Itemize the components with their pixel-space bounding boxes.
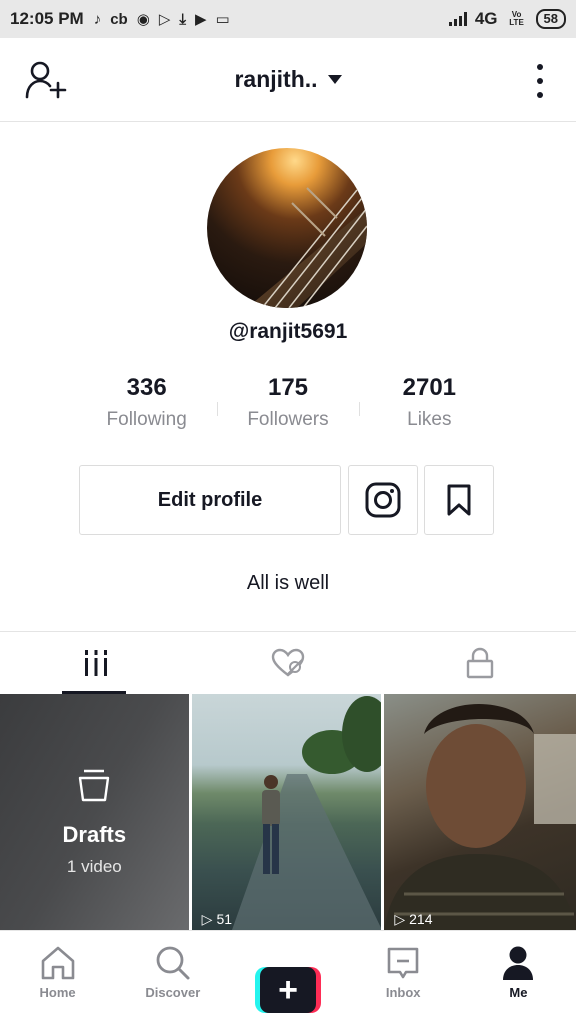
nav-label: Inbox <box>385 985 421 1000</box>
video-thumbnail[interactable]: ▷ 214 <box>384 694 576 930</box>
profile-tabs <box>0 631 576 694</box>
grid-icon <box>85 650 107 676</box>
nav-me[interactable]: Me <box>461 931 576 1024</box>
stat-label: Followers <box>247 409 329 430</box>
stat-following[interactable]: 336 Following <box>76 372 217 431</box>
profile-stats: 336 Following 175 Followers 2701 Likes <box>76 372 500 431</box>
storage-icon: ▭ <box>215 11 230 28</box>
more-vertical-icon[interactable] <box>534 64 546 98</box>
lock-icon <box>466 647 494 679</box>
stat-value: 336 <box>126 374 167 401</box>
chevron-down-icon <box>327 75 342 84</box>
tiktok-icon: ♪ <box>93 10 102 28</box>
battery-indicator: 58 <box>535 9 566 29</box>
bookmark-icon <box>447 484 471 516</box>
stat-label: Likes <box>407 409 452 430</box>
instagram-icon <box>365 482 401 518</box>
drafts-subtitle: 1 video <box>66 857 122 876</box>
play-icon: ▷ <box>201 910 213 927</box>
add-user-icon[interactable] <box>24 60 68 100</box>
profile-header: ranjith.. <box>0 38 576 122</box>
liked-hidden-icon <box>271 648 305 677</box>
youtube-icon: ▶ <box>195 11 207 28</box>
play-store-icon: ▷ <box>158 11 171 28</box>
nav-home[interactable]: Home <box>0 931 115 1024</box>
video-thumbnail[interactable]: ▷ 51 <box>191 694 382 930</box>
instagram-button[interactable] <box>348 465 418 535</box>
favorites-button[interactable] <box>424 465 494 535</box>
drafts-tile[interactable]: Drafts 1 video <box>0 694 189 930</box>
account-switcher[interactable]: ranjith.. <box>234 66 342 93</box>
avatar[interactable] <box>207 148 367 308</box>
status-time: 12:05 PM <box>10 9 84 28</box>
home-icon <box>41 946 74 980</box>
search-icon <box>156 946 190 980</box>
video-grid: Drafts 1 video ▷ 51 ▷ 214 <box>0 694 576 930</box>
network-type: 4G <box>474 9 498 28</box>
header-username: ranjith.. <box>234 66 318 92</box>
volte-badge: Vo LTE <box>509 10 524 27</box>
create-button[interactable]: + <box>255 967 321 1013</box>
plus-icon: + <box>260 967 316 1013</box>
profile-handle: @ranjit5691 <box>228 320 348 343</box>
camera-icon: ◉ <box>136 11 150 28</box>
signal-icon <box>448 12 467 26</box>
stat-value: 175 <box>267 374 309 401</box>
inbox-icon <box>387 947 419 979</box>
profile-bio: All is well <box>246 572 330 594</box>
cb-icon: cb <box>110 10 128 28</box>
edit-profile-button[interactable]: Edit profile <box>79 465 341 535</box>
nav-inbox[interactable]: Inbox <box>346 931 461 1024</box>
nav-discover[interactable]: Discover <box>115 931 230 1024</box>
view-count: ▷ 51 <box>201 910 233 928</box>
person-icon <box>503 946 534 980</box>
stat-followers[interactable]: 175 Followers <box>217 372 358 431</box>
drafts-icon <box>78 769 110 802</box>
nav-label: Me <box>509 985 528 1000</box>
stat-likes[interactable]: 2701 Likes <box>358 372 500 431</box>
tab-private[interactable] <box>384 632 576 694</box>
download-icon: ⤓ <box>179 10 186 28</box>
status-bar: 12:05 PM ♪ cb ◉ ▷ ⤓ ▶ ▭ 4G Vo LTE 58 <box>0 0 576 38</box>
tab-liked[interactable] <box>192 632 384 694</box>
drafts-title: Drafts <box>62 822 127 847</box>
nav-create[interactable]: + <box>230 931 345 1024</box>
nav-label: Discover <box>145 985 201 1000</box>
nav-label: Home <box>39 985 76 1000</box>
view-count: ▷ 214 <box>394 910 433 928</box>
play-icon: ▷ <box>394 910 406 927</box>
tab-videos[interactable] <box>0 632 192 694</box>
stat-value: 2701 <box>402 374 457 401</box>
stat-label: Following <box>106 409 187 430</box>
bottom-navigation: Home Discover + Inbox Me <box>0 930 576 1024</box>
